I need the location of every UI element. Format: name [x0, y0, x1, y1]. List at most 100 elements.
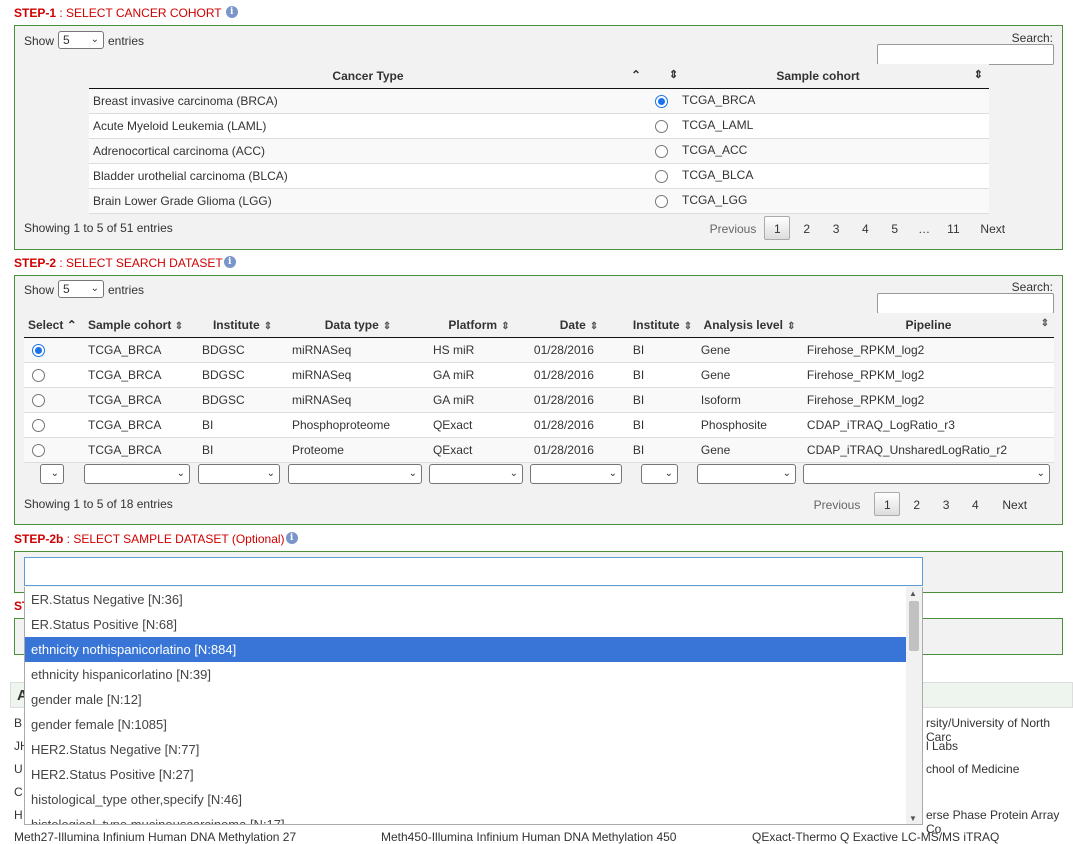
dropdown-option[interactable]: ethnicity nothispanicorlatino [N:884]	[25, 637, 907, 662]
scroll-down-icon[interactable]: ▼	[909, 814, 917, 823]
page-button[interactable]: 1	[874, 492, 901, 516]
select-cell	[24, 437, 84, 463]
page-button[interactable]: 4	[962, 493, 988, 517]
chevron-down-icon: ⌄	[176, 468, 185, 479]
filter-select-pipeline[interactable]: ⌄	[803, 464, 1050, 484]
platform-cell: QExact	[428, 412, 530, 438]
dropdown-option[interactable]: histological_type mucinouscarcinoma [N:1…	[25, 812, 907, 824]
filter-select-sample-cohort[interactable]: ⌄	[84, 464, 190, 484]
pipeline-cell: Firehose_RPKM_log2	[802, 362, 1054, 388]
sample-dataset-dropdown: ER.Status Negative [N:36] ER.Status Posit…	[24, 587, 923, 825]
dropdown-option[interactable]: HER2.Status Positive [N:27]	[25, 762, 907, 787]
table-row[interactable]: TCGA_BRCA BDGSC miRNASeq GA miR 01/28/2016 BI…	[24, 362, 1054, 388]
sample-cohort-cell: TCGA_BLCA	[647, 163, 989, 189]
page-button[interactable]: 3	[823, 217, 849, 241]
sort-arrows-icon: ⇕	[501, 320, 510, 332]
data-type-cell: miRNASeq	[287, 337, 429, 363]
cancer-cohort-panel: Show 5 ⌄ entries Search: Cancer Type ⌃ ⇕ …	[14, 25, 1063, 250]
cohort-radio[interactable]	[655, 194, 668, 208]
dropdown-option[interactable]: gender male [N:12]	[25, 687, 907, 712]
data-type-cell: Proteome	[287, 437, 429, 463]
column-header-pipeline[interactable]: Pipeline ⇕	[802, 313, 1054, 338]
filter-select-data-type[interactable]: ⌄	[288, 464, 422, 484]
column-header-date[interactable]: Date ⇕	[529, 313, 629, 338]
table-row[interactable]: TCGA_BRCA BI Proteome QExact 01/28/2016 BI Gen…	[24, 437, 1054, 463]
column-header-sample-cohort[interactable]: ⇕ Sample cohort ⇕	[647, 64, 989, 89]
column-header-cancer-type[interactable]: Cancer Type ⌃	[89, 64, 647, 89]
cohort-label: TCGA_LGG	[682, 193, 748, 208]
dataset-radio[interactable]	[32, 418, 45, 432]
column-header-institute-2[interactable]: Institute ⇕	[628, 313, 697, 338]
table-row[interactable]: Brain Lower Grade Glioma (LGG) TCGA_LGG	[89, 188, 989, 214]
dataset-radio[interactable]	[32, 393, 45, 407]
dropdown-option[interactable]: gender female [N:1085]	[25, 712, 907, 737]
page-button[interactable]: 11	[940, 217, 966, 241]
sort-arrows-icon: ⇕	[973, 69, 983, 81]
dropdown-option[interactable]: ER.Status Negative [N:36]	[25, 587, 907, 612]
table-row[interactable]: TCGA_BRCA BDGSC miRNASeq GA miR 01/28/2016 BI…	[24, 387, 1054, 413]
scrollbar-thumb[interactable]	[909, 601, 919, 651]
select-cell	[24, 337, 84, 363]
cohort-radio[interactable]	[655, 169, 668, 183]
dataset-radio[interactable]	[32, 343, 45, 357]
institute-cell: BDGSC	[197, 337, 288, 363]
column-header-institute[interactable]: Institute ⇕	[197, 313, 288, 338]
column-header-select[interactable]: Select ⌃	[24, 313, 84, 338]
filter-select-date[interactable]: ⌄	[530, 464, 622, 484]
analysis-level-cell: Isoform	[696, 387, 803, 413]
filter-select-platform[interactable]: ⌄	[429, 464, 523, 484]
column-header-data-type[interactable]: Data type ⇕	[287, 313, 429, 338]
data-type-cell: Phosphoproteome	[287, 412, 429, 438]
previous-button[interactable]: Previous	[809, 493, 865, 517]
scroll-up-icon[interactable]: ▲	[909, 589, 917, 598]
page-button[interactable]: 2	[794, 217, 820, 241]
search-input[interactable]	[877, 44, 1054, 65]
table-row[interactable]: Breast invasive carcinoma (BRCA) TCGA_BRC…	[89, 88, 989, 114]
column-header-analysis-level[interactable]: Analysis level ⇕	[696, 313, 803, 338]
page-button[interactable]: 2	[904, 493, 930, 517]
scrollbar[interactable]: ▲ ▼	[906, 587, 922, 824]
column-header-platform[interactable]: Platform ⇕	[428, 313, 530, 338]
page-button[interactable]: 3	[933, 493, 959, 517]
search-input[interactable]	[877, 293, 1054, 314]
platform-cell: HS miR	[428, 337, 530, 363]
page-button[interactable]: 1	[764, 216, 791, 240]
table-row[interactable]: Acute Myeloid Leukemia (LAML) TCGA_LAML	[89, 113, 989, 139]
sort-arrows-icon: ⇕	[683, 320, 693, 332]
sort-asc-icon: ⌃	[66, 317, 77, 332]
institute-cell: BI	[197, 437, 288, 463]
next-button[interactable]: Next	[992, 493, 1038, 517]
page-length-select[interactable]: 5 ⌄	[58, 280, 104, 298]
dataset-radio[interactable]	[32, 443, 45, 457]
info-icon[interactable]: i	[225, 6, 238, 18]
sample-cohort-cell: TCGA_ACC	[647, 138, 989, 164]
dropdown-option[interactable]: ethnicity hispanicorlatino [N:39]	[25, 662, 907, 687]
filter-select-institute-2[interactable]: ⌄	[641, 464, 678, 484]
dropdown-option[interactable]: HER2.Status Negative [N:77]	[25, 737, 907, 762]
cohort-radio[interactable]	[655, 94, 668, 108]
column-header-sample-cohort[interactable]: Sample cohort ⇕	[83, 313, 198, 338]
next-button[interactable]: Next	[970, 217, 1016, 241]
filter-select-select[interactable]: ⌄	[40, 464, 64, 484]
filter-select-analysis-level[interactable]: ⌄	[697, 464, 796, 484]
page-button[interactable]: 5	[882, 217, 908, 241]
page-button[interactable]: 4	[852, 217, 878, 241]
info-icon[interactable]: i	[223, 256, 236, 268]
table-row[interactable]: Adrenocortical carcinoma (ACC) TCGA_ACC	[89, 138, 989, 164]
table-row[interactable]: Bladder urothelial carcinoma (BLCA) TCGA_…	[89, 163, 989, 189]
dropdown-option[interactable]: histological_type other,specify [N:46]	[25, 787, 907, 812]
table-row[interactable]: TCGA_BRCA BI Phosphoproteome QExact 01/28/20…	[24, 412, 1054, 438]
info-icon[interactable]: i	[285, 532, 298, 544]
cohort-radio[interactable]	[655, 144, 668, 158]
table-row[interactable]: TCGA_BRCA BDGSC miRNASeq HS miR 01/28/2016 BI…	[24, 337, 1054, 363]
sort-arrows-icon: ⇕	[263, 320, 273, 332]
sort-arrows-icon: ⇕	[1040, 317, 1050, 329]
filter-select-institute[interactable]: ⌄	[198, 464, 280, 484]
dataset-radio[interactable]	[32, 368, 45, 382]
dropdown-option[interactable]: ER.Status Positive [N:68]	[25, 612, 907, 637]
page-length-select[interactable]: 5 ⌄	[58, 31, 104, 49]
previous-button[interactable]: Previous	[705, 217, 761, 241]
sample-dataset-input[interactable]	[24, 557, 923, 586]
sample-cohort-cell: TCGA_BRCA	[83, 412, 198, 438]
cohort-radio[interactable]	[655, 119, 668, 133]
